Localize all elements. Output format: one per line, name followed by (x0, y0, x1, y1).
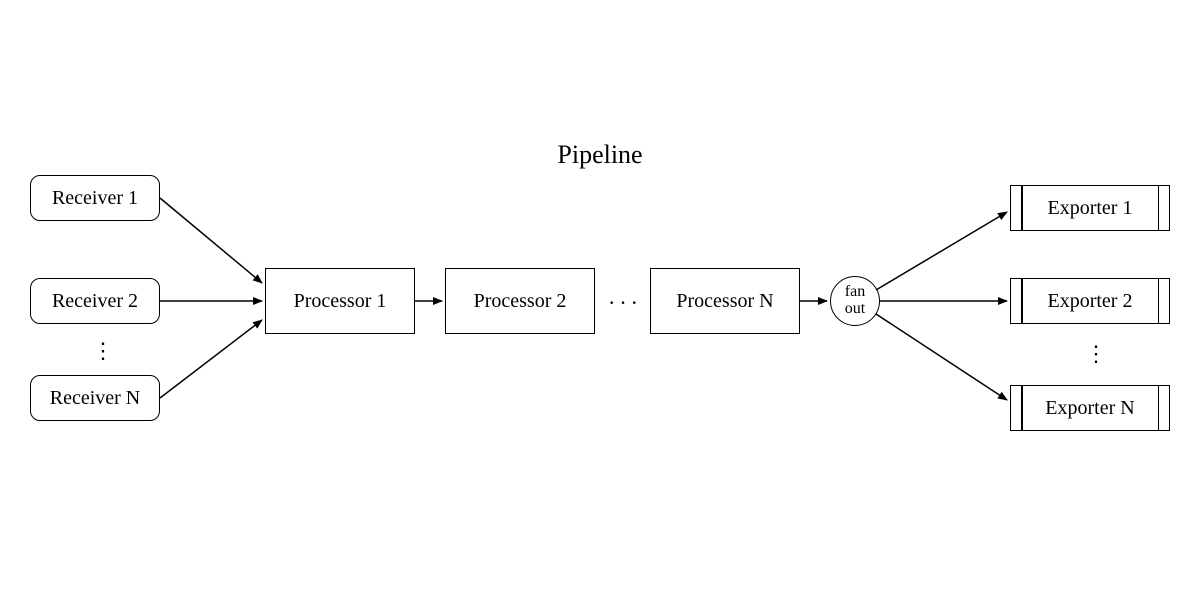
exporter-label: Exporter 2 (1048, 290, 1133, 313)
arrow-receivern-processor1 (160, 320, 262, 398)
receiver-label: Receiver 2 (52, 290, 138, 313)
fan-out-label: fan out (845, 284, 865, 318)
processor-node-1: Processor 1 (265, 268, 415, 334)
diagram-title: Pipeline (0, 140, 1200, 170)
receiver-node-1: Receiver 1 (30, 175, 160, 221)
receiver-label: Receiver N (50, 387, 141, 410)
receiver-ellipsis: ⋮ (92, 345, 102, 356)
processor-label: Processor 2 (474, 290, 567, 313)
exporter-ellipsis: ⋮ (1085, 348, 1095, 359)
exporter-node-n: Exporter N (1010, 385, 1170, 431)
receiver-node-2: Receiver 2 (30, 278, 160, 324)
processor-node-n: Processor N (650, 268, 800, 334)
arrow-receiver1-processor1 (160, 198, 262, 283)
exporter-label: Exporter N (1045, 397, 1134, 420)
exporter-label: Exporter 1 (1048, 197, 1133, 220)
receiver-node-n: Receiver N (30, 375, 160, 421)
processor-ellipsis: ··· (608, 290, 642, 316)
arrow-fanout-exportern (876, 314, 1007, 400)
receiver-label: Receiver 1 (52, 187, 138, 210)
exporter-node-1: Exporter 1 (1010, 185, 1170, 231)
processor-node-2: Processor 2 (445, 268, 595, 334)
fan-out-node: fan out (830, 276, 880, 326)
processor-label: Processor 1 (294, 290, 387, 313)
arrow-fanout-exporter1 (876, 212, 1007, 290)
pipeline-diagram: Pipeline Receiver 1 Receiver 2 ⋮ Receive… (0, 0, 1200, 600)
exporter-node-2: Exporter 2 (1010, 278, 1170, 324)
processor-label: Processor N (676, 290, 773, 313)
